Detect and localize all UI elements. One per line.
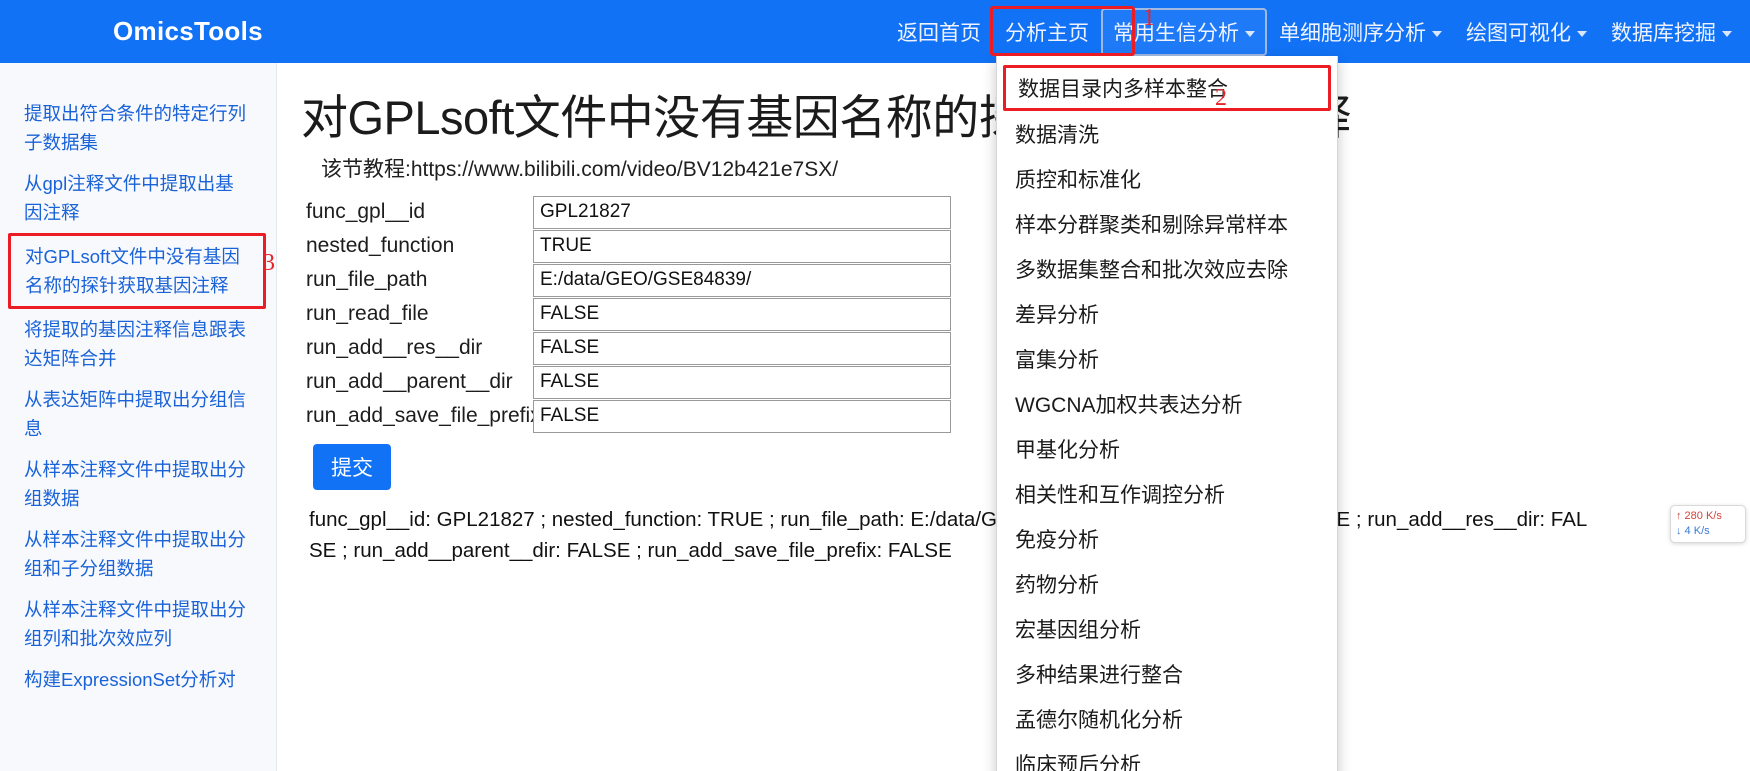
dropdown-item-qc-normalization[interactable]: 质控和标准化 bbox=[997, 156, 1337, 201]
dropdown-item-correlation-interaction[interactable]: 相关性和互作调控分析 bbox=[997, 471, 1337, 516]
dropdown-item-label: 宏基因组分析 bbox=[1015, 618, 1141, 642]
nav-item-label: 单细胞测序分析 bbox=[1279, 21, 1426, 45]
nav-item-label: 常用生信分析 bbox=[1113, 21, 1239, 45]
sidebar: 提取出符合条件的特定行列子数据集 从gpl注释文件中提取出基因注释 对GPLso… bbox=[0, 63, 277, 771]
nav-item-single-cell[interactable]: 单细胞测序分析 bbox=[1267, 8, 1454, 56]
input-run-file-path[interactable] bbox=[533, 263, 951, 297]
dropdown-item-label: 数据目录内多样本整合 bbox=[1018, 78, 1228, 101]
app-root: OmicsTools 返回首页 分析主页 常用生信分析 单细胞测序分析 绘图可视… bbox=[0, 0, 1750, 771]
network-speed-widget: ↑ 280 K/s ↓ 4 K/s bbox=[1670, 505, 1746, 543]
dropdown-item-multi-dataset-batch-effect[interactable]: 多数据集整合和批次效应去除 bbox=[997, 246, 1337, 291]
sidebar-item-extract-group-from-matrix[interactable]: 从表达矩阵中提取出分组信息 bbox=[0, 379, 276, 449]
input-run-add-parent-dir[interactable] bbox=[533, 365, 951, 399]
sidebar-item-label: 从样本注释文件中提取出分组数据 bbox=[24, 459, 247, 509]
dropdown-item-enrichment-analysis[interactable]: 富集分析 bbox=[997, 336, 1337, 381]
nav-links: 返回首页 分析主页 常用生信分析 单细胞测序分析 绘图可视化 数据库挖掘 bbox=[885, 0, 1750, 63]
label-nested-function: nested_function bbox=[306, 234, 455, 257]
chevron-down-icon bbox=[1432, 30, 1442, 37]
nav-item-label: 分析主页 bbox=[1005, 21, 1089, 45]
dropdown-item-result-integration[interactable]: 多种结果进行整合 bbox=[997, 651, 1337, 696]
download-speed: ↓ 4 K/s bbox=[1676, 525, 1710, 537]
dropdown-item-multi-sample-integration[interactable]: 数据目录内多样本整合 bbox=[1003, 65, 1331, 111]
chevron-down-icon bbox=[1722, 30, 1732, 37]
input-run-add-res-dir[interactable] bbox=[533, 331, 951, 365]
dropdown-item-label: 样本分群聚类和剔除异常样本 bbox=[1015, 213, 1288, 237]
dropdown-item-label: 甲基化分析 bbox=[1015, 438, 1120, 462]
upload-speed: ↑ 280 K/s bbox=[1676, 510, 1722, 522]
result-output-text: func_gpl__id: GPL21827 ; nested_function… bbox=[309, 508, 1588, 562]
dropdown-item-drug-analysis[interactable]: 药物分析 bbox=[997, 561, 1337, 606]
dropdown-menu-common-bioinformatics: 数据目录内多样本整合 数据清洗 质控和标准化 样本分群聚类和剔除异常样本 多数据… bbox=[996, 56, 1338, 771]
chevron-down-icon bbox=[1577, 30, 1587, 37]
input-run-add-save-file-prefix[interactable] bbox=[533, 399, 951, 433]
sidebar-item-label: 将提取的基因注释信息跟表达矩阵合并 bbox=[24, 319, 247, 369]
label-run-add-save-file-prefix: run_add_save_file_prefix bbox=[306, 404, 541, 427]
dropdown-item-label: 孟德尔随机化分析 bbox=[1015, 708, 1183, 732]
nav-item-database-mining[interactable]: 数据库挖掘 bbox=[1599, 8, 1744, 56]
label-run-file-path: run_file_path bbox=[306, 268, 428, 291]
dropdown-item-label: 富集分析 bbox=[1015, 348, 1099, 372]
nav-item-label: 绘图可视化 bbox=[1466, 21, 1571, 45]
label-func-gpl-id: func_gpl__id bbox=[306, 200, 426, 223]
annotation-number-3: 3 bbox=[263, 250, 275, 276]
sidebar-item-merge-annotation-matrix[interactable]: 将提取的基因注释信息跟表达矩阵合并 bbox=[0, 309, 276, 379]
sidebar-item-label: 从样本注释文件中提取出分组和子分组数据 bbox=[24, 529, 247, 579]
nav-item-plot-visualization[interactable]: 绘图可视化 bbox=[1454, 8, 1599, 56]
nav-item-label: 返回首页 bbox=[897, 21, 981, 45]
dropdown-item-label: 差异分析 bbox=[1015, 303, 1099, 327]
nav-item-analysis-home[interactable]: 分析主页 bbox=[993, 8, 1101, 56]
annotation-number-2: 2 bbox=[1215, 85, 1227, 111]
dropdown-item-clustering-outlier-removal[interactable]: 样本分群聚类和剔除异常样本 bbox=[997, 201, 1337, 246]
sidebar-item-extract-group-batch-columns[interactable]: 从样本注释文件中提取出分组列和批次效应列 bbox=[0, 589, 276, 659]
sidebar-item-label: 从gpl注释文件中提取出基因注释 bbox=[24, 173, 234, 223]
dropdown-item-label: 数据清洗 bbox=[1015, 123, 1099, 147]
dropdown-item-label: 药物分析 bbox=[1015, 573, 1099, 597]
sidebar-item-label: 从表达矩阵中提取出分组信息 bbox=[24, 389, 247, 439]
dropdown-item-immune-analysis[interactable]: 免疫分析 bbox=[997, 516, 1337, 561]
dropdown-item-wgcna[interactable]: WGCNA加权共表达分析 bbox=[997, 381, 1337, 426]
sidebar-item-label: 对GPLsoft文件中没有基因名称的探针获取基因注释 bbox=[25, 246, 240, 296]
dropdown-item-methylation-analysis[interactable]: 甲基化分析 bbox=[997, 426, 1337, 471]
dropdown-item-data-cleaning[interactable]: 数据清洗 bbox=[997, 111, 1337, 156]
dropdown-item-label: 免疫分析 bbox=[1015, 528, 1099, 552]
input-func-gpl-id[interactable] bbox=[533, 195, 951, 229]
label-run-add-res-dir: run_add__res__dir bbox=[306, 336, 483, 359]
dropdown-item-label: 多种结果进行整合 bbox=[1015, 663, 1183, 687]
sidebar-item-subset-rows-cols[interactable]: 提取出符合条件的特定行列子数据集 bbox=[0, 93, 276, 163]
dropdown-item-label: 临床预后分析 bbox=[1015, 753, 1141, 771]
sidebar-item-build-expressionset[interactable]: 构建ExpressionSet分析对 bbox=[0, 659, 276, 700]
dropdown-item-label: 相关性和互作调控分析 bbox=[1015, 483, 1225, 507]
chevron-down-icon bbox=[1245, 30, 1255, 37]
nav-item-common-bioinformatics[interactable]: 常用生信分析 bbox=[1101, 7, 1267, 56]
sidebar-item-extract-group-from-sample-annotation[interactable]: 从样本注释文件中提取出分组数据 bbox=[0, 449, 276, 519]
sidebar-item-label: 提取出符合条件的特定行列子数据集 bbox=[24, 103, 247, 153]
nav-item-label: 数据库挖掘 bbox=[1611, 21, 1716, 45]
dropdown-item-metagenomics[interactable]: 宏基因组分析 bbox=[997, 606, 1337, 651]
sidebar-item-extract-group-subgroup[interactable]: 从样本注释文件中提取出分组和子分组数据 bbox=[0, 519, 276, 589]
sidebar-item-label: 从样本注释文件中提取出分组列和批次效应列 bbox=[24, 599, 247, 649]
submit-button[interactable]: 提交 bbox=[313, 444, 391, 490]
label-run-add-parent-dir: run_add__parent__dir bbox=[306, 370, 513, 393]
label-run-read-file: run_read_file bbox=[306, 302, 429, 325]
dropdown-item-label: 质控和标准化 bbox=[1015, 168, 1141, 192]
dropdown-item-label: WGCNA加权共表达分析 bbox=[1015, 393, 1243, 417]
dropdown-item-label: 多数据集整合和批次效应去除 bbox=[1015, 258, 1288, 282]
brand-logo[interactable]: OmicsTools bbox=[113, 16, 263, 47]
sidebar-item-extract-gpl-annotation[interactable]: 从gpl注释文件中提取出基因注释 bbox=[0, 163, 276, 233]
dropdown-item-differential-analysis[interactable]: 差异分析 bbox=[997, 291, 1337, 336]
input-nested-function[interactable] bbox=[533, 229, 951, 263]
annotation-number-1: 1 bbox=[1143, 5, 1155, 31]
input-run-read-file[interactable] bbox=[533, 297, 951, 331]
sidebar-item-gplsoft-probe-annotation[interactable]: 对GPLsoft文件中没有基因名称的探针获取基因注释 bbox=[8, 233, 266, 309]
sidebar-item-label: 构建ExpressionSet分析对 bbox=[24, 669, 236, 690]
nav-item-home[interactable]: 返回首页 bbox=[885, 8, 993, 56]
dropdown-item-clinical-prognosis[interactable]: 临床预后分析 bbox=[997, 741, 1337, 771]
top-navbar: OmicsTools 返回首页 分析主页 常用生信分析 单细胞测序分析 绘图可视… bbox=[0, 0, 1750, 63]
dropdown-item-mendelian-randomization[interactable]: 孟德尔随机化分析 bbox=[997, 696, 1337, 741]
